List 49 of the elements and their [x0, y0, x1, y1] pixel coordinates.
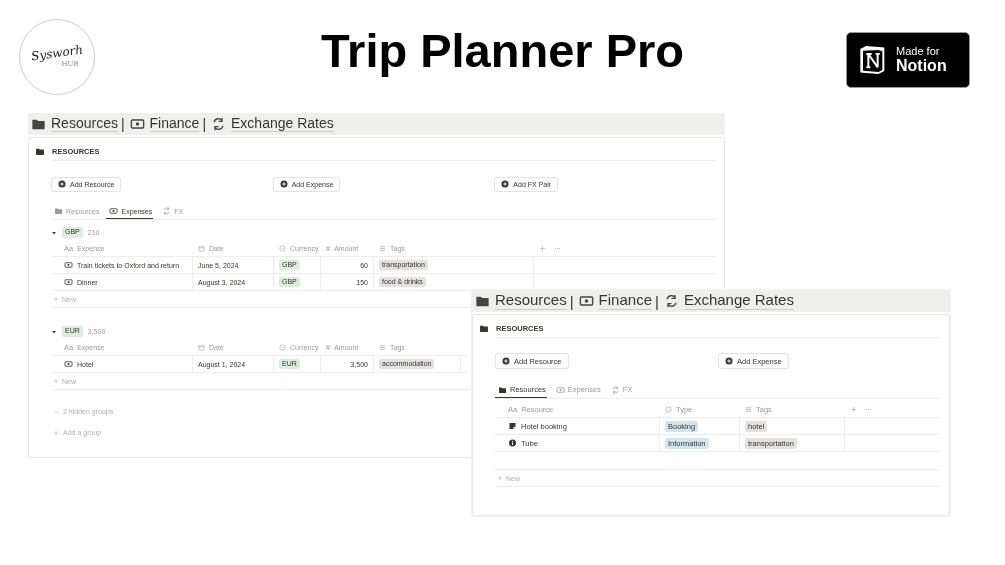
breadcrumb-link[interactable]: Finance [598, 292, 652, 310]
folder-icon [54, 207, 63, 215]
folder-icon [31, 117, 46, 131]
plus-circle-icon [501, 180, 510, 188]
folder-icon [479, 324, 489, 333]
breadcrumb-separator: | [655, 292, 659, 310]
swap-arrows-icon [610, 385, 620, 394]
folder-icon [475, 294, 490, 308]
plus-icon [53, 378, 59, 384]
breadcrumb-link[interactable]: Exchange Rates [683, 292, 794, 310]
page-title: Trip Planner Pro [320, 25, 684, 77]
plus-circle-icon [502, 357, 510, 365]
banknote-icon [64, 278, 73, 286]
breadcrumb-separator: | [569, 292, 574, 310]
banknote-icon [64, 261, 73, 269]
calendar-icon [198, 244, 205, 252]
breadcrumb-separator: | [202, 116, 206, 132]
list-icon [745, 405, 752, 413]
breadcrumb-separator: | [120, 116, 125, 132]
plus-circle-icon [725, 357, 733, 365]
plus-icon [53, 296, 59, 302]
plus-icon [497, 475, 503, 481]
chevron-down-icon [53, 408, 59, 415]
plus-circle-icon [279, 180, 288, 188]
banknote-icon [109, 207, 119, 215]
badge-caption: Made for [896, 45, 941, 58]
select-circle-icon [279, 343, 286, 351]
breadcrumb-link[interactable]: Resources [495, 292, 567, 310]
select-circle-icon [665, 405, 672, 413]
list-icon [379, 244, 386, 252]
list-icon [379, 343, 386, 351]
badge-brand: Notion [896, 57, 947, 75]
folder-icon [498, 385, 507, 394]
swap-arrows-icon [162, 207, 172, 215]
folder-icon [35, 147, 45, 156]
breadcrumb-link[interactable]: Exchange Rates [231, 115, 334, 133]
banknote-icon [555, 385, 565, 394]
banknote-icon [578, 294, 594, 308]
swap-arrows-icon [211, 117, 226, 131]
select-circle-icon [279, 244, 286, 252]
banknote-icon [64, 360, 73, 368]
info-icon [508, 439, 517, 447]
plus-icon [53, 429, 59, 436]
plus-circle-icon [58, 180, 66, 188]
banknote-icon [129, 117, 145, 131]
breadcrumb-link[interactable]: Resources [51, 115, 118, 133]
calendar-icon [198, 343, 205, 351]
note-icon [508, 422, 517, 430]
breadcrumb-link[interactable]: Finance [149, 115, 200, 133]
